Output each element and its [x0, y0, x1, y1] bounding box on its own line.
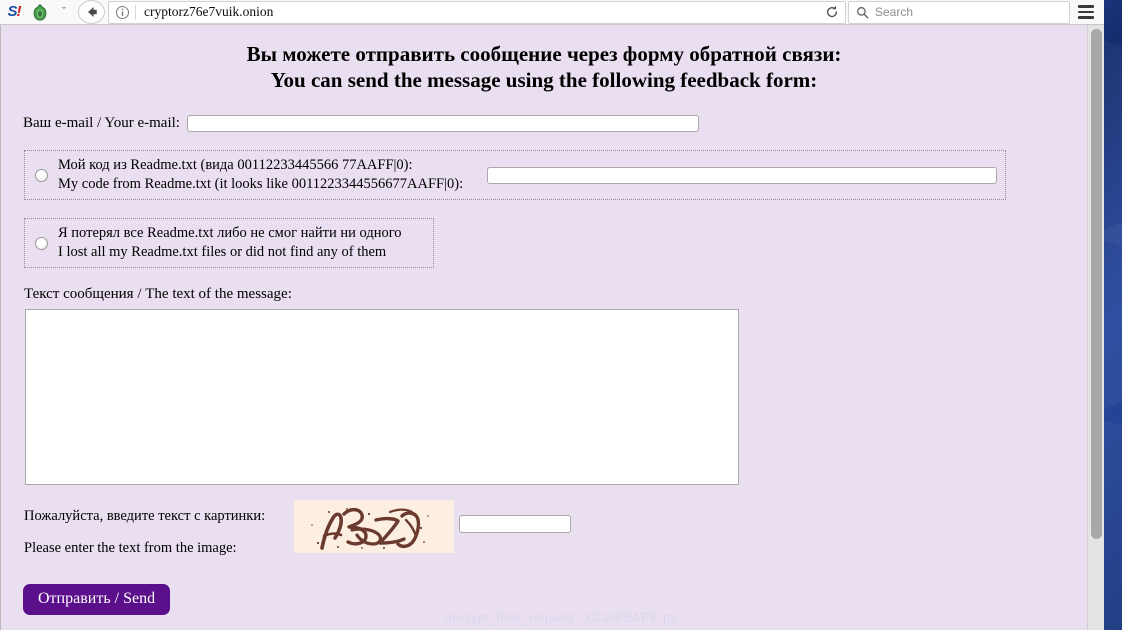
radio-option-lost[interactable]: [35, 236, 48, 250]
option-lost-en: I lost all my Readme.txt files or did no…: [58, 244, 387, 260]
captcha-field[interactable]: [459, 515, 571, 533]
page-title: Вы можете отправить сообщение через форм…: [1, 41, 1087, 93]
page-title-ru: Вы можете отправить сообщение через форм…: [246, 42, 842, 66]
captcha-label-ru: Пожалуйста, введите текст с картинки:: [24, 508, 266, 524]
noscript-s-icon: S!: [7, 2, 22, 20]
url-text[interactable]: cryptorz76e7vuik.onion: [136, 4, 819, 20]
captcha-labels: Пожалуйста, введите текст с картинки: Pl…: [24, 497, 294, 564]
site-info-icon[interactable]: [115, 5, 130, 20]
hamburger-menu-icon: [1078, 5, 1094, 8]
captcha-label-en: Please enter the text from the image:: [24, 540, 237, 556]
chevron-down-icon: ˇ: [62, 5, 66, 18]
message-label: Текст сообщения / The text of the messag…: [24, 286, 292, 302]
captcha-distorted-text-image: [294, 500, 454, 553]
option-lost-text: Я потерял все Readme.txt либо не смог на…: [58, 224, 402, 262]
radio-option-code[interactable]: [35, 168, 48, 182]
option-lost-ru: Я потерял все Readme.txt либо не смог на…: [58, 225, 402, 241]
option-code-text: Мой код из Readme.txt (вида 001122334455…: [58, 156, 463, 194]
option-code-block[interactable]: Мой код из Readme.txt (вида 001122334455…: [24, 150, 1006, 200]
captcha-image: [294, 500, 454, 553]
back-button[interactable]: [78, 0, 105, 24]
tor-button[interactable]: [28, 1, 52, 24]
email-label: Ваш e-mail / Your e-mail:: [23, 115, 180, 131]
magnifier-icon: [856, 6, 869, 18]
reload-icon: [826, 5, 838, 18]
tor-onion-icon: [33, 3, 47, 21]
scrollbar-thumb[interactable]: [1091, 29, 1102, 539]
search-placeholder: Search: [875, 5, 914, 19]
noscript-button[interactable]: S!: [4, 1, 28, 24]
option-code-en: My code from Readme.txt (it looks like 0…: [58, 176, 464, 192]
search-bar[interactable]: Search: [848, 0, 1070, 24]
submit-button[interactable]: Отправить / Send: [23, 584, 171, 615]
page-viewport: Вы можете отправить сообщение через форм…: [0, 25, 1104, 630]
browser-toolbar: S! ˇ cryptorz76e7vuik.onion Search: [0, 0, 1104, 25]
page-scrollbar[interactable]: [1087, 25, 1104, 630]
hamburger-menu-button[interactable]: [1072, 1, 1100, 24]
message-textarea[interactable]: [25, 309, 739, 485]
reload-button[interactable]: [819, 1, 845, 24]
email-row: Ваш e-mail / Your e-mail:: [23, 115, 1087, 132]
email-field[interactable]: [186, 115, 699, 132]
browser-window: S! ˇ cryptorz76e7vuik.onion Search Вы мо…: [0, 0, 1104, 630]
address-bar[interactable]: cryptorz76e7vuik.onion: [108, 0, 846, 24]
readme-code-field[interactable]: [487, 166, 997, 184]
captcha-row: Пожалуйста, введите текст с картинки: Pl…: [24, 497, 1087, 564]
option-code-ru: Мой код из Readme.txt (вида 001122334455…: [58, 157, 413, 173]
option-lost-block[interactable]: Я потерял все Readme.txt либо не смог на…: [24, 218, 434, 268]
back-arrow-icon: [87, 7, 97, 17]
page-title-en: You can send the message using the follo…: [270, 68, 818, 92]
toolbar-dropdown-chevron[interactable]: ˇ: [52, 1, 76, 24]
page-content: Вы можете отправить сообщение через форм…: [1, 25, 1087, 630]
